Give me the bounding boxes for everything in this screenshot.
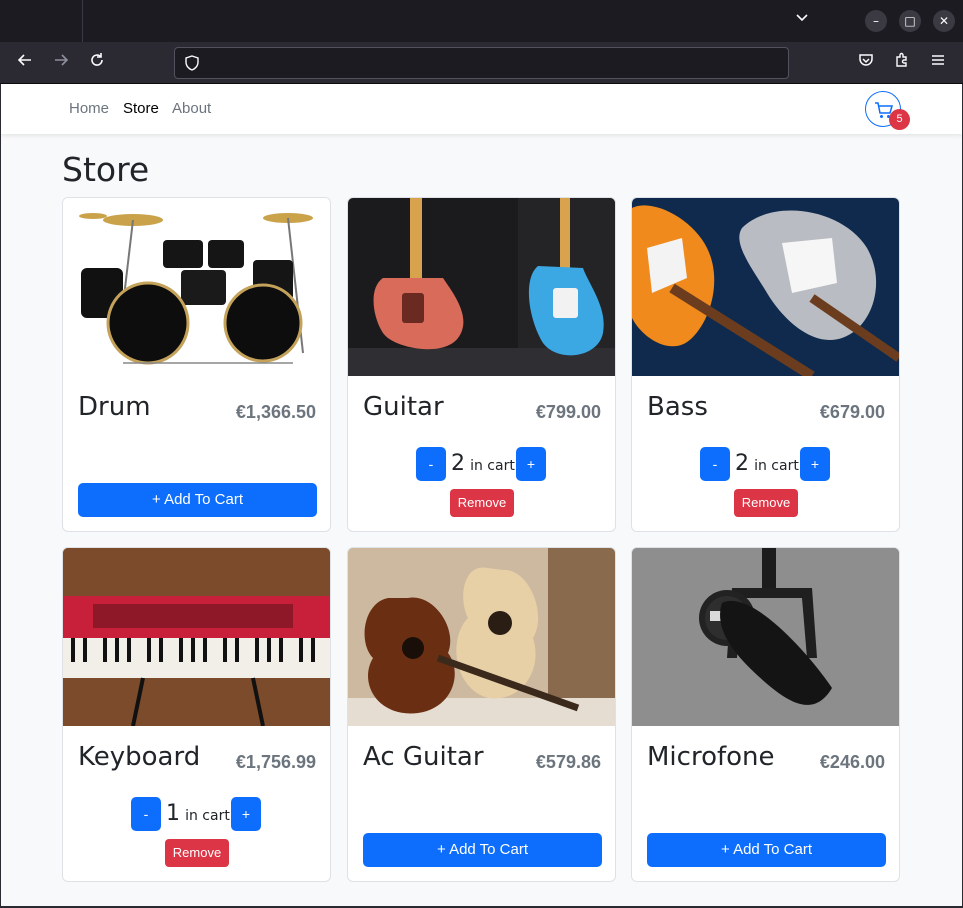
page-title: Store <box>62 150 150 189</box>
url-bar[interactable] <box>174 47 789 79</box>
add-to-cart-button[interactable]: + Add To Cart <box>78 483 317 517</box>
reload-icon[interactable] <box>85 51 109 75</box>
tab-list-chevron-icon[interactable] <box>791 10 813 32</box>
extensions-icon[interactable] <box>890 51 914 75</box>
menu-icon[interactable] <box>926 51 950 75</box>
remove-button[interactable]: Remove <box>734 489 798 517</box>
increase-quantity-button[interactable]: + <box>800 447 830 481</box>
add-to-cart-button[interactable]: + Add To Cart <box>647 833 886 867</box>
keyboard-image <box>63 548 330 726</box>
remove-button[interactable]: Remove <box>450 489 514 517</box>
decrease-quantity-button[interactable]: - <box>131 797 161 831</box>
product-name: Guitar <box>363 392 444 422</box>
quantity-value: 2 <box>451 451 465 476</box>
product-name: Ac Guitar <box>363 742 484 772</box>
product-price: €679.00 <box>819 402 885 422</box>
quantity-display: 2 in cart <box>451 451 515 476</box>
quantity-stepper: - 1 in cart + <box>63 797 330 831</box>
page-viewport: Home Store About 5 Store Drum €1,366.50 … <box>1 84 962 906</box>
add-to-cart-button[interactable]: + Add To Cart <box>363 833 602 867</box>
quantity-value: 1 <box>166 801 180 826</box>
bass-guitars-image <box>632 198 899 376</box>
product-card-bass: Bass €679.00 - 2 in cart + Remove <box>631 197 900 532</box>
site-navbar: Home Store About 5 <box>1 84 962 134</box>
quantity-display: 1 in cart <box>166 801 230 826</box>
cart-count-badge: 5 <box>889 109 910 130</box>
decrease-quantity-button[interactable]: - <box>700 447 730 481</box>
product-card-microfone: Microfone €246.00 + Add To Cart <box>631 547 900 882</box>
back-arrow-icon[interactable] <box>13 51 37 75</box>
minimize-button[interactable]: – <box>865 10 887 32</box>
quantity-stepper: - 2 in cart + <box>632 447 899 481</box>
forward-arrow-icon[interactable] <box>49 51 73 75</box>
shield-icon <box>183 54 201 72</box>
in-cart-label: in cart <box>754 458 799 474</box>
electric-guitars-image <box>348 198 615 376</box>
quantity-value: 2 <box>735 451 749 476</box>
product-card-keyboard: Keyboard €1,756.99 - 1 in cart + Remove <box>62 547 331 882</box>
product-price: €1,366.50 <box>235 402 316 422</box>
drum-kit-image <box>63 198 330 376</box>
quantity-display: 2 in cart <box>735 451 799 476</box>
tab-separator <box>82 0 83 42</box>
remove-button[interactable]: Remove <box>165 839 229 867</box>
nav-about-link[interactable]: About <box>172 100 211 117</box>
product-name: Bass <box>647 392 708 422</box>
increase-quantity-button[interactable]: + <box>516 447 546 481</box>
product-price: €1,756.99 <box>235 752 316 772</box>
acoustic-guitars-image <box>348 548 615 726</box>
nav-home-link[interactable]: Home <box>69 100 109 117</box>
nav-store-link[interactable]: Store <box>123 100 159 117</box>
pocket-icon[interactable] <box>854 51 878 75</box>
product-price: €579.86 <box>535 752 601 772</box>
browser-titlebar: – □ ✕ <box>0 0 963 42</box>
maximize-button[interactable]: □ <box>899 10 921 32</box>
product-price: €246.00 <box>819 752 885 772</box>
browser-toolbar <box>0 42 963 84</box>
increase-quantity-button[interactable]: + <box>231 797 261 831</box>
product-name: Drum <box>78 392 151 422</box>
decrease-quantity-button[interactable]: - <box>416 447 446 481</box>
microphone-image <box>632 548 899 726</box>
close-button[interactable]: ✕ <box>933 10 955 32</box>
product-card-ac-guitar: Ac Guitar €579.86 + Add To Cart <box>347 547 616 882</box>
in-cart-label: in cart <box>470 458 515 474</box>
product-name: Microfone <box>647 742 775 772</box>
product-card-drum: Drum €1,366.50 + Add To Cart <box>62 197 331 532</box>
product-card-guitar: Guitar €799.00 - 2 in cart + Remove <box>347 197 616 532</box>
product-price: €799.00 <box>535 402 601 422</box>
in-cart-label: in cart <box>185 808 230 824</box>
product-name: Keyboard <box>78 742 201 772</box>
quantity-stepper: - 2 in cart + <box>348 447 615 481</box>
